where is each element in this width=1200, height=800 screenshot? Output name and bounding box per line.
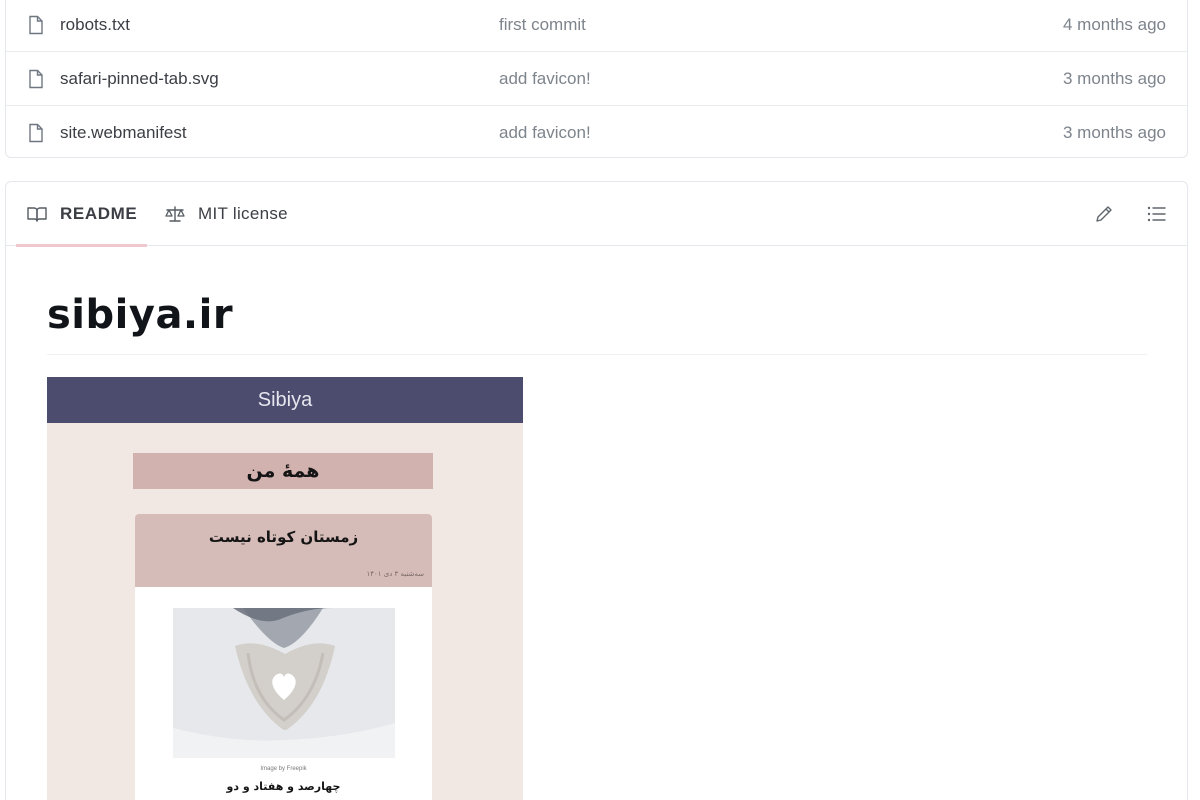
file-icon: [29, 15, 43, 34]
tab-label: README: [60, 204, 138, 223]
file-list: robots.txt first commit 4 months ago saf…: [5, 0, 1188, 158]
file-icon: [29, 123, 43, 143]
tab-readme[interactable]: README: [16, 182, 148, 247]
file-name-link[interactable]: robots.txt: [60, 15, 130, 35]
list-icon[interactable]: [1145, 203, 1167, 225]
preview-section-title: همهٔ من: [133, 453, 433, 489]
preview-post-card: زمستان کوتاه نیست سه‌شنبه ۳ دی ۱۴۰۱ Imag…: [135, 514, 432, 800]
book-icon: [27, 207, 47, 222]
readme-tab-bar: README MIT license: [6, 182, 1187, 247]
pencil-icon[interactable]: [1093, 203, 1115, 225]
file-row[interactable]: site.webmanifest add favicon! 3 months a…: [6, 106, 1187, 160]
readme-panel: README MIT license sibiya.ir Sibiya همهٔ…: [5, 181, 1188, 800]
file-icon: [29, 69, 43, 88]
file-name-link[interactable]: safari-pinned-tab.svg: [60, 69, 219, 89]
commit-time: 3 months ago: [1062, 123, 1166, 142]
readme-preview-image: Sibiya همهٔ من زمستان کوتاه نیست سه‌شنبه…: [47, 377, 523, 800]
commit-time: 3 months ago: [1062, 68, 1166, 88]
commit-message-link[interactable]: add favicon!: [499, 69, 591, 89]
preview-header: Sibiya: [47, 377, 523, 423]
commit-message-link[interactable]: add favicon!: [499, 123, 591, 143]
commit-message-link[interactable]: first commit: [499, 15, 586, 35]
preview-brand: Sibiya: [257, 388, 313, 411]
file-row[interactable]: robots.txt first commit 4 months ago: [6, 0, 1187, 52]
readme-heading: sibiya.ir: [47, 292, 234, 338]
preview-post-meta: سه‌شنبه ۳ دی ۱۴۰۱: [366, 570, 424, 578]
heading-divider: [47, 354, 1147, 355]
scale-icon: [165, 206, 185, 222]
preview-image-credit: Image by Freepik: [260, 766, 307, 772]
preview-card-header: زمستان کوتاه نیست سه‌شنبه ۳ دی ۱۴۰۱: [135, 514, 432, 587]
file-name-link[interactable]: site.webmanifest: [60, 123, 187, 143]
tab-license[interactable]: MIT license: [164, 182, 288, 246]
preview-post-title: زمستان کوتاه نیست: [208, 528, 359, 546]
tab-label: MIT license: [198, 204, 288, 223]
commit-time: 4 months ago: [1062, 14, 1166, 34]
preview-photo: [173, 608, 395, 758]
file-row[interactable]: safari-pinned-tab.svg add favicon! 3 mon…: [6, 52, 1187, 106]
preview-caption: چهارصد و هفتاد و دو: [226, 780, 341, 793]
